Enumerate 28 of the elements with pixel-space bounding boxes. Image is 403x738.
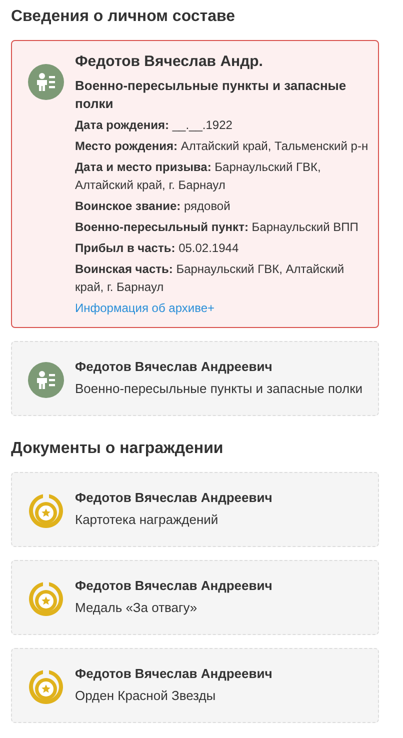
person-name: Федотов Вячеслав Андреевич xyxy=(75,665,272,683)
detail-line: Воинское звание: рядовой xyxy=(75,198,232,215)
record-card[interactable]: Федотов Вячеслав Андреевич Медаль «За отвагу» xyxy=(11,560,379,635)
detail-line: Прибыл в часть: 05.02.1944 xyxy=(75,240,240,257)
detail-line: Дата рождения: __.__.1922 xyxy=(75,117,234,134)
record-subtitle: Орден Красной Звезды xyxy=(75,687,217,705)
record-subtitle: Картотека награждений xyxy=(75,511,220,529)
record-subtitle: Медаль «За отвагу» xyxy=(75,599,198,617)
person-name: Федотов Вячеслав Андреевич xyxy=(75,489,272,507)
record-card[interactable] xyxy=(11,40,379,328)
detail-line: Военно-пересыльный пункт: Барнаульский ВПП xyxy=(75,219,360,236)
detail-line: Место рождения: Алтайский край, Тальменский р-н xyxy=(75,138,370,155)
record-card[interactable]: Федотов Вячеслав Андреевич Картотека награждений xyxy=(11,472,379,547)
medal-icon xyxy=(28,669,64,705)
medal-icon xyxy=(28,581,64,617)
record-subtitle: Военно-пересыльные пункты и запасные полки xyxy=(75,77,348,113)
person-list-icon xyxy=(28,362,64,398)
person-name: Федотов Вячеслав Андр. xyxy=(75,52,264,72)
medal-icon xyxy=(28,493,64,529)
person-list-icon xyxy=(28,64,64,100)
detail-line: Воинская часть: Барнаульский ГВК, Алтайский край, г. Барнаул xyxy=(75,261,346,296)
person-name: Федотов Вячеслав Андреевич xyxy=(75,358,274,376)
section-heading: Документы о награждении xyxy=(11,439,224,459)
person-name: Федотов Вячеслав Андреевич xyxy=(75,577,272,595)
record-subtitle: Военно-пересыльные пункты и запасные полки xyxy=(75,380,363,398)
record-card[interactable]: Федотов Вячеслав Андреевич Орден Красной Звезды xyxy=(11,648,379,723)
record-card[interactable]: Федотов Вячеслав Андреевич Военно-пересыльные пункты и запасные полки xyxy=(11,341,379,416)
section-heading: Сведения о личном составе xyxy=(11,7,236,27)
